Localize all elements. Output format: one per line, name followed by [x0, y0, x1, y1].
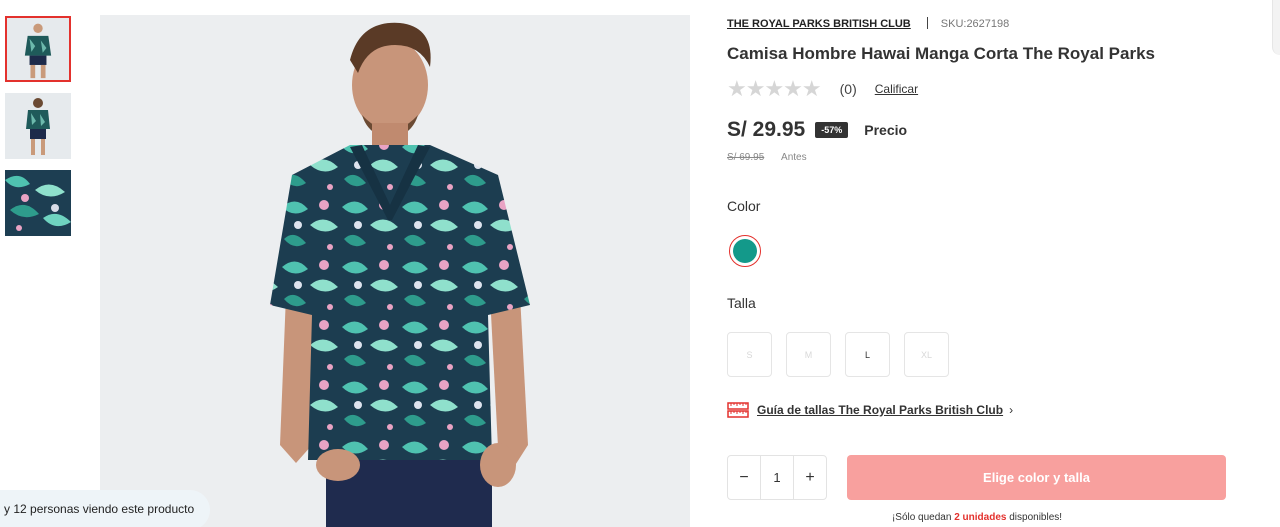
- rate-link[interactable]: Calificar: [875, 82, 918, 96]
- ruler-icon: [727, 402, 749, 418]
- stock-prefix: ¡Sólo quedan: [891, 512, 955, 523]
- quantity-value[interactable]: 1: [760, 456, 794, 499]
- old-price-row: S/ 69.95 Antes: [727, 152, 807, 163]
- color-label: Color: [727, 198, 761, 214]
- scrollbar[interactable]: [1272, 0, 1280, 55]
- thumbnail-fabric-image: [5, 170, 71, 236]
- product-main-image[interactable]: [100, 15, 690, 527]
- thumbnail-gallery: [0, 0, 80, 527]
- stock-suffix: disponibles!: [1006, 512, 1063, 523]
- brand-sku-separator: [926, 17, 928, 29]
- model-illustration: [100, 15, 690, 527]
- color-swatch-teal[interactable]: [729, 235, 761, 267]
- star-rating-icon: ★★★★★: [727, 76, 822, 101]
- decrease-quantity-button[interactable]: −: [728, 456, 760, 499]
- sku-text: SKU:2627198: [940, 18, 1010, 30]
- add-to-cart-button[interactable]: Elige color y talla: [847, 455, 1226, 500]
- thumbnail-fabric-detail[interactable]: [5, 170, 71, 236]
- price-label: Precio: [864, 122, 908, 138]
- current-price: S/ 29.95: [727, 118, 806, 141]
- brand-link[interactable]: THE ROYAL PARKS BRITISH CLUB: [727, 18, 911, 30]
- thumbnail-back-image: [5, 93, 71, 159]
- thumbnail-front-full[interactable]: [5, 16, 71, 82]
- rating-row: ★★★★★ (0) Calificar: [727, 76, 918, 102]
- size-option-s[interactable]: S: [727, 332, 772, 377]
- old-price-label: Antes: [781, 152, 807, 163]
- size-options: S M L XL: [727, 332, 949, 377]
- chevron-right-icon: ›: [1009, 403, 1014, 417]
- thumbnail-back-full[interactable]: [5, 93, 71, 159]
- quantity-stepper: − 1 +: [727, 455, 827, 500]
- viewers-notice: y 12 personas viendo este producto: [0, 490, 210, 527]
- size-guide-link[interactable]: Guía de tallas The Royal Parks British C…: [727, 401, 1013, 419]
- size-option-xl[interactable]: XL: [904, 332, 949, 377]
- size-guide-text: Guía de tallas The Royal Parks British C…: [757, 403, 1004, 417]
- size-label: Talla: [727, 295, 756, 311]
- stock-units: 2 unidades: [954, 512, 1007, 523]
- stock-notice: ¡Sólo quedan 2 unidades disponibles!: [727, 512, 1227, 523]
- brand-row: THE ROYAL PARKS BRITISH CLUB SKU:2627198: [727, 17, 1009, 30]
- increase-quantity-button[interactable]: +: [794, 456, 826, 499]
- review-count: (0): [839, 81, 857, 97]
- product-title: Camisa Hombre Hawai Manga Corta The Roya…: [727, 44, 1155, 63]
- swatch-fill: [733, 239, 757, 263]
- old-price: S/ 69.95: [727, 152, 765, 163]
- size-option-m[interactable]: M: [786, 332, 831, 377]
- price-row: S/ 29.95 -57% Precio: [727, 118, 907, 142]
- discount-badge: -57%: [815, 122, 849, 138]
- size-option-l[interactable]: L: [845, 332, 890, 377]
- thumbnail-front-image: [7, 18, 69, 80]
